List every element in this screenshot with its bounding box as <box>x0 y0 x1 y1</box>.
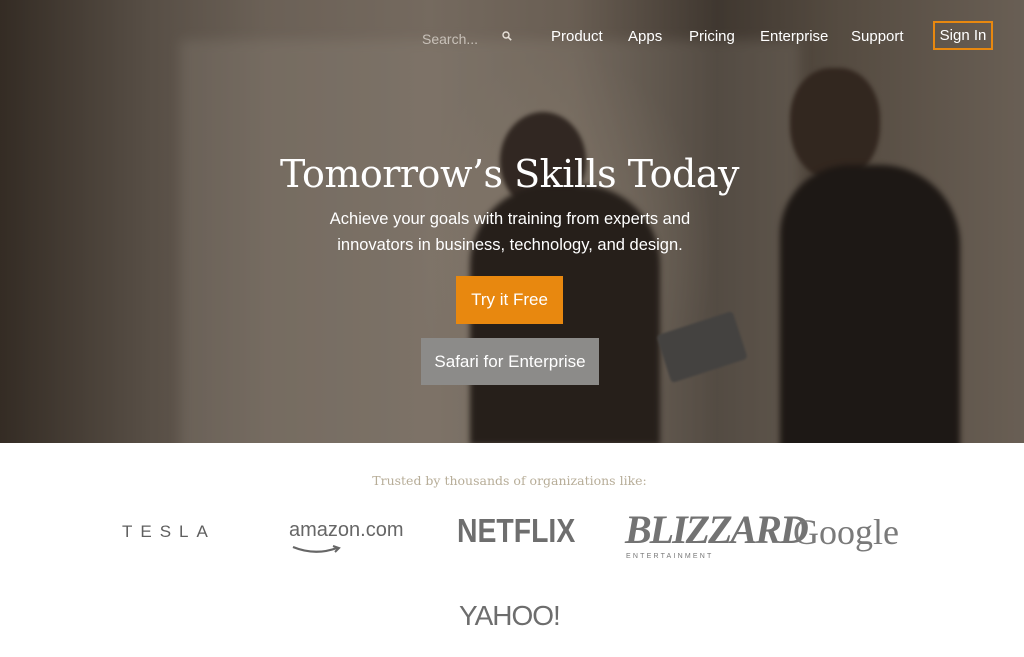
yahoo-logo: YAHOO! <box>459 600 561 631</box>
nav-link-support[interactable]: Support <box>851 28 904 45</box>
google-logo: Google <box>793 512 899 552</box>
amazon-logo-text: amazon.com <box>289 519 404 541</box>
top-navigation: Product Apps Pricing Enterprise Support … <box>0 0 1024 74</box>
nav-link-enterprise[interactable]: Enterprise <box>760 28 828 45</box>
sign-in-button[interactable]: Sign In <box>933 21 993 50</box>
hero-section: Product Apps Pricing Enterprise Support … <box>0 0 1024 443</box>
hero-headline: Tomorrow’s Skills Today <box>280 152 739 196</box>
try-it-free-button[interactable]: Try it Free <box>456 276 563 324</box>
search-icon[interactable] <box>502 31 512 41</box>
safari-for-enterprise-button[interactable]: Safari for Enterprise <box>421 338 599 385</box>
blizzard-logo: BLIZZARD <box>625 507 809 552</box>
trusted-by-heading: Trusted by thousands of organizations li… <box>372 473 647 488</box>
blizzard-entertainment-text: ENTERTAINMENT <box>626 553 714 560</box>
nav-link-product[interactable]: Product <box>551 28 603 45</box>
tesla-logo: TESLA <box>122 522 216 541</box>
search-input[interactable] <box>422 29 496 49</box>
nav-link-pricing[interactable]: Pricing <box>689 28 735 45</box>
netflix-logo: NETFLIX <box>457 512 576 549</box>
nav-link-apps[interactable]: Apps <box>628 28 662 45</box>
hero-subheadline: Achieve your goals with training from ex… <box>329 210 691 254</box>
amazon-smile-icon <box>292 545 341 553</box>
amazon-logo: amazon.com <box>289 519 404 553</box>
search-box <box>422 29 520 49</box>
